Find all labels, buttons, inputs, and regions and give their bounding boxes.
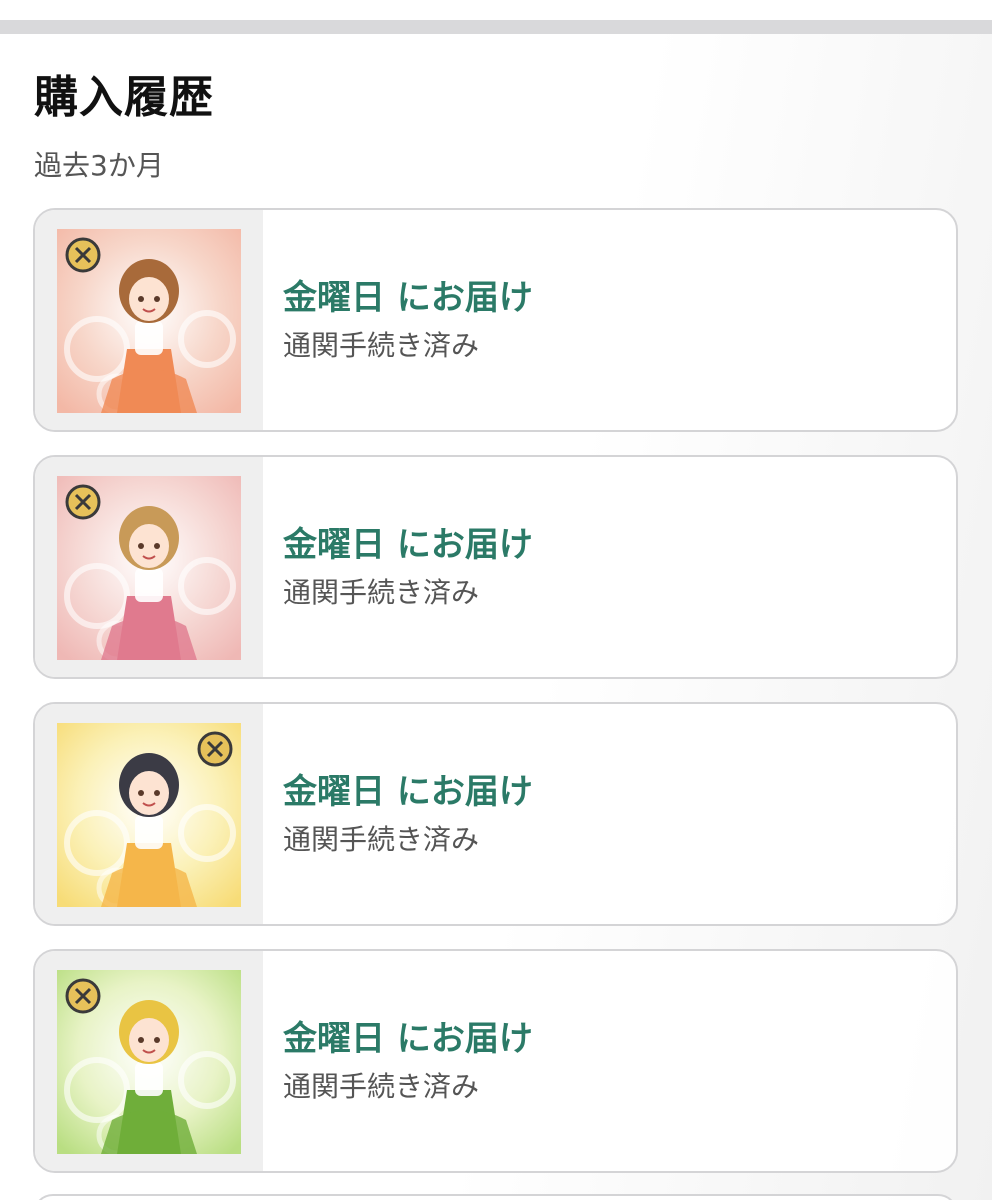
delivery-date: 金曜日 にお届け	[283, 772, 533, 812]
order-status: 通関手続き済み	[283, 1070, 480, 1103]
delivery-date: 金曜日 にお届け	[283, 1019, 533, 1059]
order-card-partial[interactable]	[33, 1194, 958, 1200]
order-status: 通関手続き済み	[283, 823, 480, 856]
period-filter[interactable]: 過去3か月	[34, 146, 164, 186]
delivery-date: 金曜日 にお届け	[283, 525, 533, 565]
thumbnail-area	[35, 951, 263, 1171]
delivery-date: 金曜日 にお届け	[283, 278, 533, 318]
album-cover-image	[57, 229, 241, 413]
order-status: 通関手続き済み	[283, 329, 480, 362]
album-cover-image	[57, 970, 241, 1154]
order-status: 通関手続き済み	[283, 576, 480, 609]
order-card[interactable]: 金曜日 にお届け 通関手続き済み	[33, 949, 958, 1173]
album-cover-image	[57, 476, 241, 660]
order-card[interactable]: 金曜日 にお届け 通関手続き済み	[33, 208, 958, 432]
order-card[interactable]: 金曜日 にお届け 通関手続き済み	[33, 702, 958, 926]
thumbnail-area	[35, 457, 263, 677]
top-bar	[0, 0, 992, 34]
purchase-history-page: 購入履歴 過去3か月 金曜日 にお届け 通関手続き済み 金曜日 にお届け 通関手…	[0, 0, 992, 1200]
page-title: 購入履歴	[34, 72, 214, 123]
order-card[interactable]: 金曜日 にお届け 通関手続き済み	[33, 455, 958, 679]
thumbnail-area	[35, 704, 263, 924]
thumbnail-area	[35, 210, 263, 430]
album-cover-image	[57, 723, 241, 907]
